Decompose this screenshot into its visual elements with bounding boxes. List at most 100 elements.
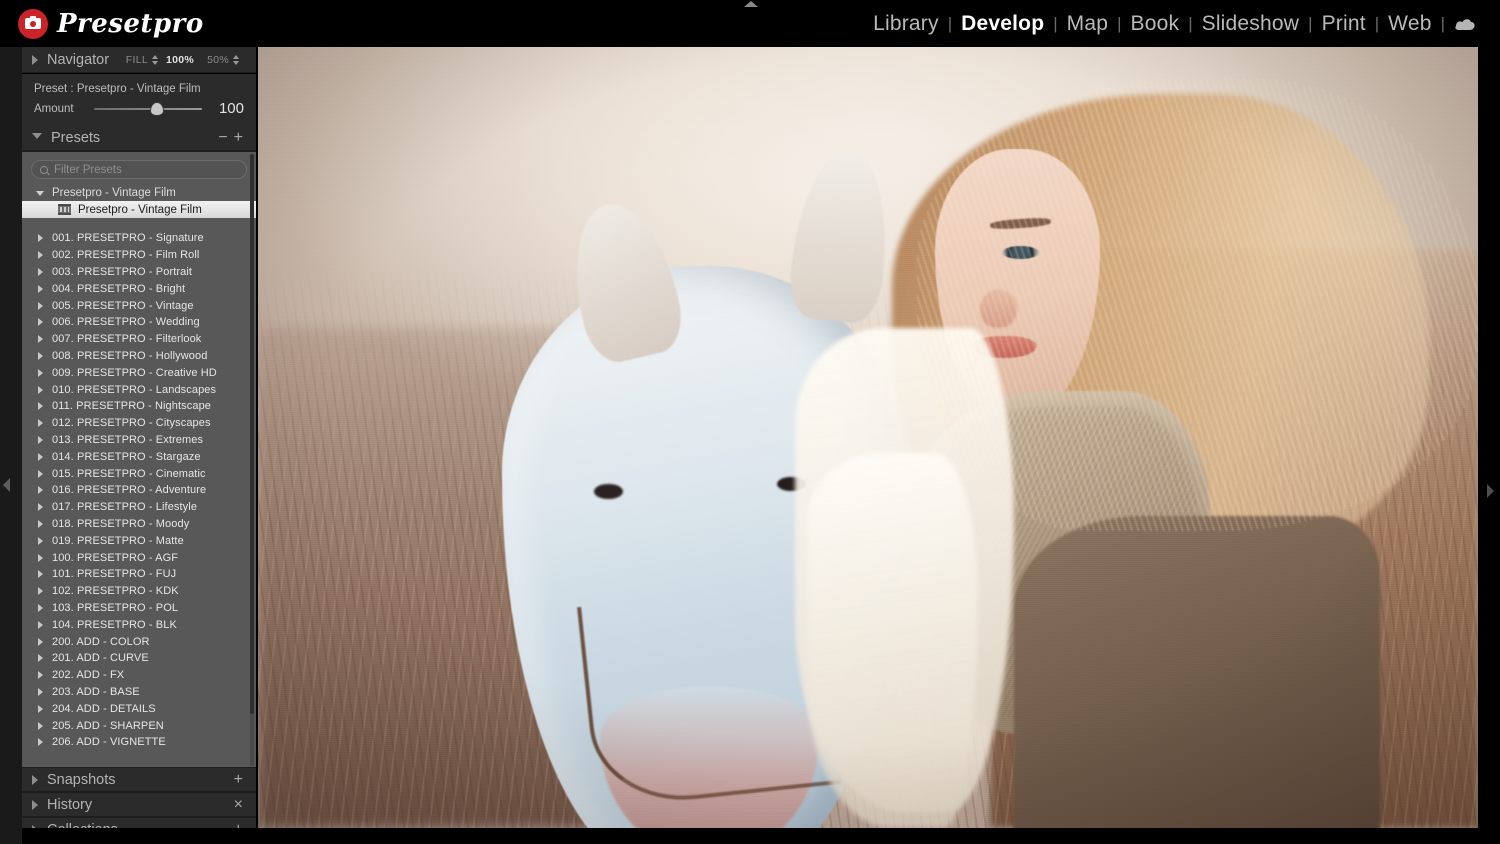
preset-list-item[interactable]: 104. PRESETPRO - BLK: [22, 616, 256, 633]
preset-list-item[interactable]: 015. PRESETPRO - Cinematic: [22, 465, 256, 482]
chevron-right-icon[interactable]: [32, 824, 38, 828]
preset-list-item[interactable]: 018. PRESETPRO - Moody: [22, 516, 256, 533]
preset-list-item[interactable]: 009. PRESETPRO - Creative HD: [22, 364, 256, 381]
chevron-right-icon[interactable]: [38, 620, 43, 629]
chevron-right-icon[interactable]: [38, 368, 43, 377]
chevron-right-icon[interactable]: [38, 704, 43, 713]
module-map[interactable]: Map: [1058, 12, 1117, 36]
chevron-right-icon[interactable]: [38, 385, 43, 394]
zoom-fill-label[interactable]: FILL: [126, 54, 148, 66]
module-slideshow[interactable]: Slideshow: [1193, 12, 1309, 36]
filter-presets-box[interactable]: [31, 160, 247, 179]
preset-list-item[interactable]: 011. PRESETPRO - Nightscape: [22, 398, 256, 415]
module-print[interactable]: Print: [1313, 12, 1375, 36]
preset-list-item[interactable]: 100. PRESETPRO - AGF: [22, 549, 256, 566]
remove-preset-button[interactable]: −: [215, 129, 230, 146]
preset-list-item[interactable]: 005. PRESETPRO - Vintage: [22, 297, 256, 314]
chevron-right-icon[interactable]: [38, 671, 43, 680]
chevron-right-icon[interactable]: [32, 799, 38, 810]
amount-value[interactable]: 100: [210, 100, 244, 117]
chevron-right-icon[interactable]: [38, 637, 43, 646]
preset-list-item[interactable]: 007. PRESETPRO - Filterlook: [22, 331, 256, 348]
chevron-right-icon[interactable]: [38, 251, 43, 260]
chevron-right-icon[interactable]: [32, 54, 38, 65]
chevron-right-icon[interactable]: [38, 469, 43, 478]
right-panel-collapse-arrow[interactable]: [1487, 484, 1494, 498]
preset-list-item[interactable]: 019. PRESETPRO - Matte: [22, 532, 256, 549]
preset-group-row[interactable]: Presetpro - Vintage Film: [22, 185, 256, 201]
chevron-right-icon[interactable]: [38, 519, 43, 528]
chevron-right-icon[interactable]: [38, 335, 43, 344]
chevron-down-icon[interactable]: [32, 133, 42, 144]
zoom-50-label[interactable]: 50%: [207, 54, 229, 66]
filter-presets-input[interactable]: [54, 163, 238, 176]
chevron-right-icon[interactable]: [38, 553, 43, 562]
chevron-right-icon[interactable]: [38, 301, 43, 310]
zoom-100-label[interactable]: 100%: [166, 54, 194, 66]
preset-list-item[interactable]: 013. PRESETPRO - Extremes: [22, 432, 256, 449]
amount-slider-handle[interactable]: [151, 102, 164, 115]
collections-header[interactable]: Collections +: [22, 817, 256, 828]
preset-list-item[interactable]: 008. PRESETPRO - Hollywood: [22, 348, 256, 365]
preset-list-item[interactable]: 017. PRESETPRO - Lifestyle: [22, 499, 256, 516]
zoom-ratio-stepper[interactable]: [233, 54, 239, 65]
chevron-right-icon[interactable]: [38, 318, 43, 327]
chevron-right-icon[interactable]: [38, 486, 43, 495]
preset-item-selected[interactable]: Presetpro - Vintage Film: [22, 201, 256, 218]
add-collection-button[interactable]: +: [231, 821, 246, 828]
cloud-icon[interactable]: [1445, 17, 1486, 31]
chevron-right-icon[interactable]: [38, 419, 43, 428]
chevron-right-icon[interactable]: [38, 687, 43, 696]
chevron-right-icon[interactable]: [32, 774, 38, 785]
chevron-down-icon[interactable]: [36, 190, 44, 196]
preset-list-item[interactable]: 202. ADD - FX: [22, 667, 256, 684]
chevron-right-icon[interactable]: [38, 536, 43, 545]
chevron-right-icon[interactable]: [38, 654, 43, 663]
presets-header[interactable]: Presets − +: [22, 125, 256, 151]
chevron-right-icon[interactable]: [38, 351, 43, 360]
preset-list-item[interactable]: 102. PRESETPRO - KDK: [22, 583, 256, 600]
add-preset-button[interactable]: +: [231, 129, 246, 146]
preset-list-item[interactable]: 206. ADD - VIGNETTE: [22, 734, 256, 751]
add-snapshot-button[interactable]: +: [231, 771, 246, 788]
preset-list-item[interactable]: 201. ADD - CURVE: [22, 650, 256, 667]
chevron-right-icon[interactable]: [38, 267, 43, 276]
preset-list-item[interactable]: 003. PRESETPRO - Portrait: [22, 264, 256, 281]
preset-list-item[interactable]: 200. ADD - COLOR: [22, 633, 256, 650]
preset-list-item[interactable]: 016. PRESETPRO - Adventure: [22, 482, 256, 499]
chevron-right-icon[interactable]: [38, 284, 43, 293]
preset-list-item[interactable]: 002. PRESETPRO - Film Roll: [22, 247, 256, 264]
zoom-fill-stepper[interactable]: [152, 54, 159, 65]
preset-list-scrollbar[interactable]: [250, 154, 254, 766]
top-panel-collapse-arrow[interactable]: [744, 1, 758, 7]
chevron-right-icon[interactable]: [38, 234, 43, 243]
clear-history-button[interactable]: ×: [231, 796, 246, 813]
chevron-right-icon[interactable]: [38, 452, 43, 461]
preset-list-item[interactable]: 010. PRESETPRO - Landscapes: [22, 381, 256, 398]
preset-list-item[interactable]: 001. PRESETPRO - Signature: [22, 230, 256, 247]
preset-list-item[interactable]: 203. ADD - BASE: [22, 684, 256, 701]
module-book[interactable]: Book: [1122, 12, 1189, 36]
left-panel-collapse-arrow[interactable]: [3, 478, 10, 492]
preset-list-item[interactable]: 014. PRESETPRO - Stargaze: [22, 448, 256, 465]
preset-list-item[interactable]: 006. PRESETPRO - Wedding: [22, 314, 256, 331]
chevron-right-icon[interactable]: [38, 435, 43, 444]
preset-list-item[interactable]: 103. PRESETPRO - POL: [22, 600, 256, 617]
module-web[interactable]: Web: [1379, 12, 1440, 36]
chevron-right-icon[interactable]: [38, 603, 43, 612]
snapshots-header[interactable]: Snapshots +: [22, 767, 256, 792]
history-header[interactable]: History ×: [22, 792, 256, 817]
chevron-right-icon[interactable]: [38, 587, 43, 596]
chevron-right-icon[interactable]: [38, 503, 43, 512]
amount-slider[interactable]: [94, 102, 202, 115]
chevron-right-icon[interactable]: [38, 721, 43, 730]
preset-list-item[interactable]: 004. PRESETPRO - Bright: [22, 280, 256, 297]
module-library[interactable]: Library: [864, 12, 948, 36]
preset-list-item[interactable]: 205. ADD - SHARPEN: [22, 717, 256, 734]
chevron-right-icon[interactable]: [38, 570, 43, 579]
preset-list-item[interactable]: 101. PRESETPRO - FUJ: [22, 566, 256, 583]
chevron-right-icon[interactable]: [38, 402, 43, 411]
navigator-header[interactable]: Navigator FILL 100% 50%: [22, 47, 256, 73]
image-stage[interactable]: [258, 47, 1478, 828]
preset-list-item[interactable]: 204. ADD - DETAILS: [22, 700, 256, 717]
